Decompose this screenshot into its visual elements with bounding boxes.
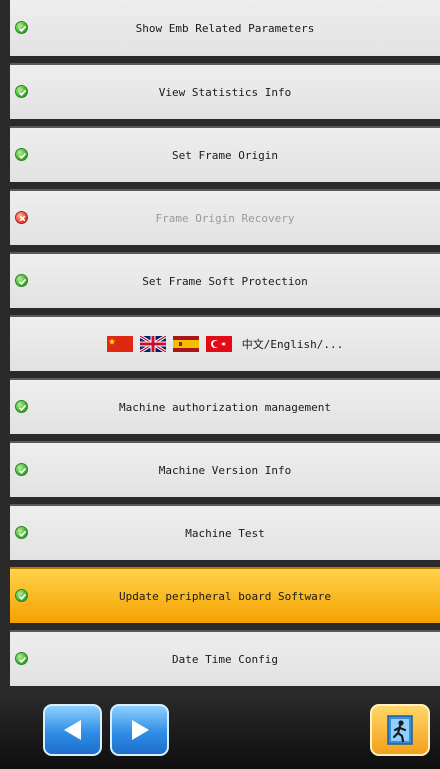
exit-door-icon [387, 715, 413, 745]
prev-arrow-icon [63, 720, 81, 740]
menu-item-label: Machine Version Info [158, 463, 292, 477]
turkey-flag-icon [205, 336, 232, 352]
spain-flag-icon [172, 336, 199, 352]
menu-item-frame-origin-recovery[interactable]: Frame Origin Recovery [10, 189, 440, 245]
uk-flag-icon [139, 336, 166, 352]
menu-item-language[interactable]: 中文/English/... [10, 315, 440, 371]
status-ok-icon [15, 274, 28, 287]
status-ok-icon [15, 526, 28, 539]
next-arrow-icon [131, 720, 149, 740]
status-ok-icon [15, 148, 28, 161]
menu-item-label: Set Frame Soft Protection [142, 274, 308, 288]
menu-item-show-emb-parameters[interactable]: Show Emb Related Parameters [10, 0, 440, 56]
menu-item-label: 中文/English/... [241, 338, 344, 351]
menu-item-label: Machine authorization management [119, 400, 331, 414]
settings-menu: Show Emb Related Parameters View Statist… [0, 0, 440, 690]
status-ok-icon [15, 85, 28, 98]
menu-item-label: Show Emb Related Parameters [135, 21, 315, 35]
menu-item-label: View Statistics Info [158, 85, 292, 99]
status-ok-icon [15, 21, 28, 34]
previous-page-button[interactable] [43, 704, 102, 756]
menu-item-set-frame-soft-protection[interactable]: Set Frame Soft Protection [10, 252, 440, 308]
china-flag-icon [106, 336, 133, 352]
menu-item-machine-test[interactable]: Machine Test [10, 504, 440, 560]
menu-item-label: Update peripheral board Software [119, 589, 331, 603]
menu-item-label: Machine Test [185, 526, 265, 540]
menu-item-label: Set Frame Origin [172, 148, 278, 162]
language-flags: 中文/English/... [106, 336, 344, 352]
next-page-button[interactable] [110, 704, 169, 756]
exit-button[interactable] [370, 704, 430, 756]
menu-item-machine-authorization[interactable]: Machine authorization management [10, 378, 440, 434]
status-ok-icon [15, 589, 28, 602]
status-ok-icon [15, 463, 28, 476]
status-ok-icon [15, 400, 28, 413]
menu-item-label: Frame Origin Recovery [155, 211, 295, 225]
menu-item-date-time-config[interactable]: Date Time Config [10, 630, 440, 686]
menu-item-update-peripheral-software[interactable]: Update peripheral board Software [10, 567, 440, 623]
menu-item-view-statistics[interactable]: View Statistics Info [10, 63, 440, 119]
bottom-toolbar [0, 690, 440, 769]
menu-item-machine-version-info[interactable]: Machine Version Info [10, 441, 440, 497]
menu-item-label: Date Time Config [172, 652, 278, 666]
status-error-icon [15, 211, 28, 224]
status-ok-icon [15, 652, 28, 665]
menu-item-set-frame-origin[interactable]: Set Frame Origin [10, 126, 440, 182]
